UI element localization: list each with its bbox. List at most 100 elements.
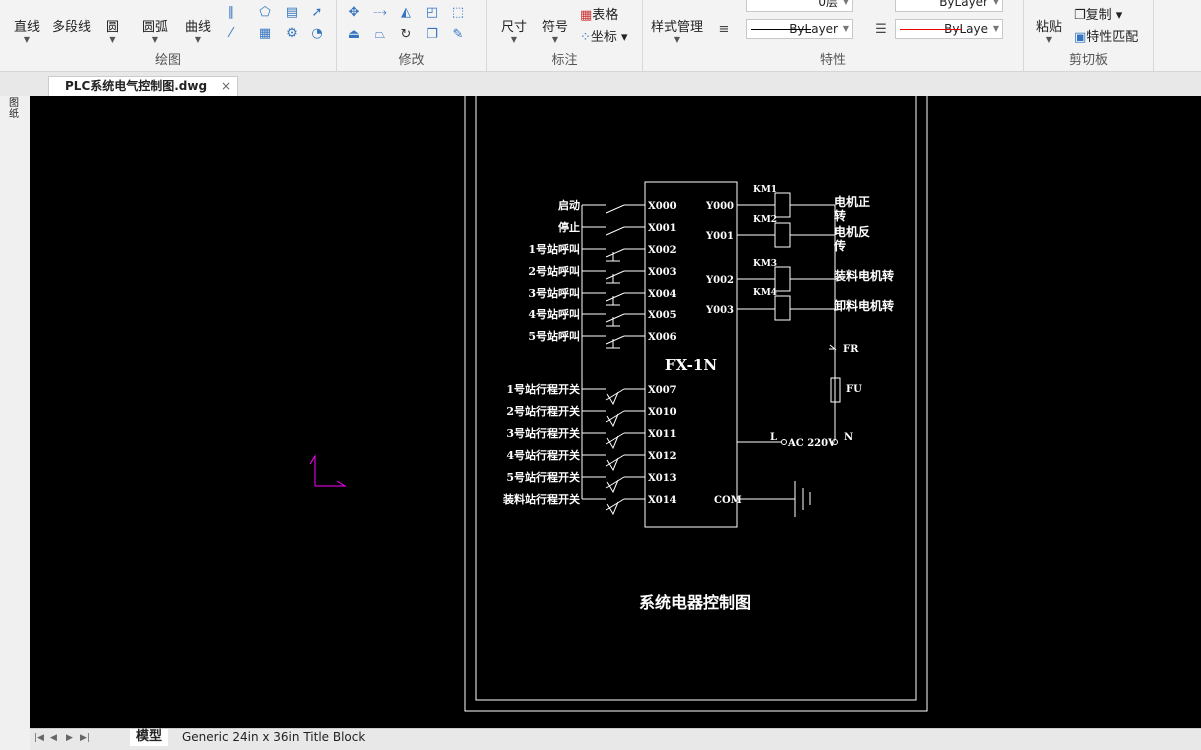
input-address: X014	[648, 495, 677, 506]
input-address: X004	[648, 289, 677, 300]
input-address: X001	[648, 223, 677, 234]
last-tab-icon[interactable]: ▶|	[80, 733, 90, 743]
layer-select[interactable]: 0层 ▼	[746, 0, 853, 12]
input-address: X006	[648, 332, 677, 343]
paste-button[interactable]: 粘贴 ▼	[1036, 16, 1062, 44]
coil	[774, 192, 791, 218]
match-label: 特性匹配	[1086, 30, 1139, 45]
output-label-2: 转	[834, 208, 846, 223]
fr-label: FR	[843, 344, 859, 355]
linetype-select[interactable]: ByLayer ▼	[746, 19, 853, 39]
scale-icon[interactable]: ◰	[423, 4, 441, 22]
input-label: 5号站呼叫	[528, 329, 580, 343]
schematic: FX-1N 系统电器控制图 启动 X000 停止 X001 1号站呼叫 X002 2号站呼叫 X0…	[309, 89, 928, 712]
curve-label: 曲线	[185, 20, 212, 35]
color-select[interactable]: ByLayer ▼	[895, 0, 1003, 12]
output-label: 电机正	[834, 194, 870, 209]
lineweight-preview	[900, 29, 962, 30]
move-icon[interactable]: ✥	[345, 4, 363, 22]
ucs-x-axis	[315, 480, 347, 487]
input-address: X003	[648, 267, 677, 278]
input-label: 4号站呼叫	[528, 307, 580, 321]
style-manager-button[interactable]: 样式管理 ▼	[651, 16, 703, 44]
boundary-icon[interactable]: ◔	[308, 25, 326, 43]
curve-button[interactable]: 曲线 ▼	[185, 16, 211, 44]
symbol-button[interactable]: 符号 ▼	[542, 16, 568, 44]
circle-button[interactable]: 圆 ▼	[106, 16, 119, 44]
plc-label: FX-1N	[665, 356, 717, 374]
rotate-icon[interactable]: ↻	[397, 26, 415, 44]
mirror-icon[interactable]: ◭	[397, 4, 415, 22]
first-tab-icon[interactable]: |◀	[34, 733, 44, 743]
match-properties-button[interactable]: ▣特性匹配	[1074, 26, 1138, 45]
copy-icon[interactable]: ❐	[423, 26, 441, 44]
prev-tab-icon[interactable]: ◀	[50, 733, 57, 743]
input-label: 停止	[558, 220, 580, 234]
input-address: X007	[648, 385, 677, 396]
pushbutton-contact	[605, 313, 625, 323]
trim-icon[interactable]: ⤏	[371, 4, 389, 22]
circle-label: 圆	[106, 20, 120, 35]
arc-button[interactable]: 圆弧 ▼	[142, 16, 168, 44]
point-icon[interactable]: ➚	[308, 4, 326, 22]
copy-button[interactable]: ❐复制 ▾	[1074, 4, 1122, 23]
properties-group: 样式管理 ▼ 0层 ▼ ByLayer ▼ ≡ ByLayer ▼ ☰ ByLaye ▼ …	[643, 0, 1024, 72]
tab-layout[interactable]: Generic 24in x 36in Title Block	[182, 730, 365, 745]
transparency-icon[interactable]: ☰	[872, 21, 890, 39]
construction-line-icon[interactable]: ⁄	[222, 25, 240, 43]
line-label: 直线	[14, 20, 41, 35]
modify-group-title: 修改	[398, 53, 425, 68]
close-tab-icon[interactable]: ×	[221, 77, 231, 96]
fu-label: FU	[846, 384, 862, 395]
lineweight-icon[interactable]: ≡	[715, 21, 733, 39]
document-tab-label: PLC系统电气控制图.dwg	[65, 79, 208, 93]
output-label-2: 传	[833, 238, 846, 253]
input-address: X011	[648, 429, 677, 440]
coord-icon: ⁘	[580, 30, 591, 45]
copy-icon: ❐	[1074, 8, 1086, 23]
input-label: 1号站行程开关	[506, 382, 580, 396]
block-icon[interactable]: ▤	[283, 4, 301, 22]
input-address: X012	[648, 451, 677, 462]
stretch-icon[interactable]: ⏢	[371, 26, 389, 44]
drawing-canvas[interactable]: FX-1N 系统电器控制图 启动 X000 停止 X001 1号站呼叫 X002 2号站呼叫 X0…	[30, 89, 1201, 728]
coord-label: 坐标	[590, 30, 617, 45]
coord-button[interactable]: ⁘坐标 ▾	[580, 26, 628, 45]
input-label: 5号站行程开关	[506, 470, 580, 484]
input-address: X002	[648, 245, 677, 256]
properties-group-title: 特性	[819, 53, 846, 68]
document-tab[interactable]: PLC系统电气控制图.dwg ×	[48, 76, 238, 96]
dimension-button[interactable]: 尺寸 ▼	[501, 16, 527, 44]
region-icon[interactable]: ⬠	[256, 4, 274, 22]
edit-icon[interactable]: ✎	[449, 26, 467, 44]
offset-icon[interactable]: ⏏	[345, 26, 363, 44]
rectangle-icon[interactable]: ⬚	[449, 4, 467, 22]
copy-label: 复制	[1085, 8, 1112, 23]
draw-group: 直线 ▼ 多段线 圆 ▼ 圆弧 ▼ 曲线 ▼ ∥ ⁄ ⬠ ▦ ▤ ⚙ ➚ ◔ 绘图	[0, 0, 337, 72]
coil	[774, 295, 791, 321]
input-label: 1号站呼叫	[528, 242, 580, 256]
coil-label: KM3	[753, 259, 777, 269]
sheet-set-button[interactable]: 图纸	[9, 98, 21, 120]
gear-icon[interactable]: ⚙	[283, 25, 301, 43]
com-label: COM	[714, 495, 742, 506]
input-label: 4号站行程开关	[506, 448, 580, 462]
output-address: Y000	[705, 201, 734, 212]
pushbutton-contact	[605, 335, 625, 345]
tab-model[interactable]: 模型	[130, 729, 169, 746]
arc-label: 圆弧	[142, 20, 169, 35]
table-icon: ▦	[580, 8, 593, 23]
table-button[interactable]: ▦表格	[580, 4, 618, 23]
input-address: X005	[648, 310, 677, 321]
polyline-button[interactable]: 多段线	[52, 16, 91, 35]
line-button[interactable]: 直线 ▼	[14, 16, 40, 44]
pushbutton-contact	[605, 270, 625, 280]
hatch-icon[interactable]: ▦	[256, 25, 274, 43]
parallel-line-icon[interactable]: ∥	[222, 4, 240, 22]
lineweight-select[interactable]: ByLaye ▼	[895, 19, 1003, 39]
coil	[774, 222, 791, 248]
drawing-title: 系统电器控制图	[639, 593, 751, 612]
next-tab-icon[interactable]: ▶	[66, 733, 73, 743]
linetype-preview	[751, 29, 811, 30]
no-switch-contact	[605, 226, 625, 236]
